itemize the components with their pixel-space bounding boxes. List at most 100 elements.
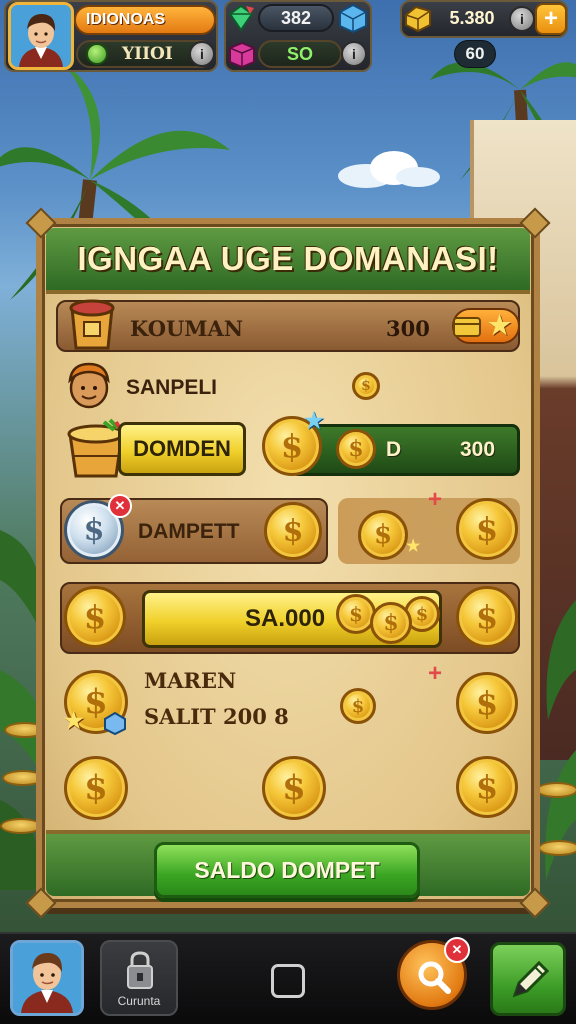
tab-curunta[interactable]: Curunta [100,940,178,1016]
info-icon: i [520,11,524,27]
coin-symbol: $ [475,684,499,722]
emerald-gem-icon [228,4,254,32]
remove-badge[interactable]: ✕ [108,494,132,518]
coin-count: 5.380 [449,7,495,28]
domden-value: 300 [460,438,496,461]
coin-symbol: $ [475,510,499,548]
star-icon: ★ [304,408,324,433]
coin-icon: $ [456,498,518,560]
coin-symbol: $ [373,520,393,550]
donation-panel: IGNGAA UGE DOMANASI! KOUMAN 300 ★ SANPEL… [25,207,551,919]
coin-pile [538,840,576,856]
profile-button[interactable] [10,940,84,1016]
gem-count: 382 [280,7,312,28]
profile-portrait-icon [13,943,81,1013]
row-dampett-label: DAMPETT [138,520,240,543]
edit-button[interactable] [490,942,566,1016]
lock-icon [127,951,153,989]
close-icon: ✕ [451,942,463,957]
coin-icon: $ [358,510,408,560]
player-portrait-icon [11,5,71,67]
coin-icon: $ [262,756,326,820]
coin-icon: $ [370,602,412,644]
panel-header: IGNGAA UGE DOMANASI! [46,228,530,294]
level-badge-icon [86,43,108,65]
coin-symbol: $ [348,436,364,462]
coin-symbol: $ [383,610,399,636]
balance-bar-label: SA.000 [245,605,326,632]
row-salit-label: SALIT 200 8 [144,704,289,729]
info-icon: i [352,46,356,62]
coin-symbol: $ [475,598,499,636]
coin-icon: $ [64,586,126,648]
coin-symbol: $ [351,695,365,717]
bottom-navigation: Curunta ✕ [0,932,576,1024]
potion-counter: SO [258,40,342,68]
coin-symbol: $ [282,513,304,549]
domden-button-label: DOMDEN [133,436,231,461]
coin-icon: $ [264,502,322,560]
coin-symbol: $ [361,378,371,394]
panel-title: IGNGAA UGE DOMANASI! [77,240,499,277]
row-kouman-label: KOUMAN [130,316,244,341]
plus-icon: + [543,5,558,32]
coin-symbol: $ [83,598,107,636]
gold-bar-icon [405,5,431,33]
small-crystal-icon [104,711,126,736]
coin-symbol: $ [349,602,363,626]
player-name: IDIONOAS [86,11,166,28]
coin-symbol: $ [415,603,429,625]
plus-sparkle-icon: + [428,660,443,687]
gem-counter: 382 [258,4,334,32]
coin-symbol: $ [282,768,306,808]
player-avatar[interactable] [8,2,74,70]
tab-curunta-label: Curunta [117,994,161,1008]
coin-symbol: $ [84,768,108,808]
close-icon: ✕ [114,498,126,513]
coin-counter: 5.380 [436,5,508,31]
plus-sparkle-icon: + [428,486,443,513]
saldo-dompet-button-label: SALDO DOMPET [194,856,380,883]
coin-info-button[interactable]: i [509,6,535,32]
treasure-barrel-icon [69,299,115,350]
coin-pile [536,782,576,798]
coin-sub-counter: 60 [454,40,496,68]
coin-icon: $ [456,672,518,734]
notification-badge: ✕ [444,937,470,963]
row-sanpeli-label: SANPELI [126,376,218,399]
coin-icon: $ [352,372,380,400]
coin-symbol: $ [280,427,304,465]
home-button[interactable] [271,964,305,998]
add-coins-button[interactable]: + [535,3,567,35]
star-icon: ★ [64,708,84,733]
player-name-badge: IDIONOAS [74,5,216,35]
saldo-dompet-button[interactable]: SALDO DOMPET [154,842,420,898]
coin-icon: $ [340,688,376,724]
potion-box-icon [229,41,255,68]
info-icon: i [200,46,204,62]
pencil-icon [512,960,550,998]
coin-symbol: $ [475,768,499,806]
domden-button[interactable]: DOMDEN [118,422,246,476]
coin-symbol: $ [83,512,105,548]
player-sub-label: YIIOI [122,44,173,64]
coin-icon: $ [336,429,376,469]
character-head-icon [68,362,110,409]
search-icon [418,961,451,994]
star-icon: ★ [488,310,512,340]
coin-icon: $ [64,756,128,820]
coin-icon: $ [456,756,518,818]
resource-info-button[interactable]: i [341,41,367,67]
coin-sub-count: 60 [465,44,485,63]
cloud-icon [338,151,440,188]
domden-letter: D [386,438,402,461]
coin-icon: $ [456,586,518,648]
star-icon: ★ [406,538,421,555]
potion-count: SO [286,43,313,64]
player-info-button[interactable]: i [189,41,215,67]
row-kouman-value: 300 [386,316,430,341]
gold-chest-icon [453,317,481,337]
search-button[interactable]: ✕ [397,937,470,1010]
row-maren-label: MAREN [144,668,237,693]
blue-crystal-icon [339,3,367,34]
